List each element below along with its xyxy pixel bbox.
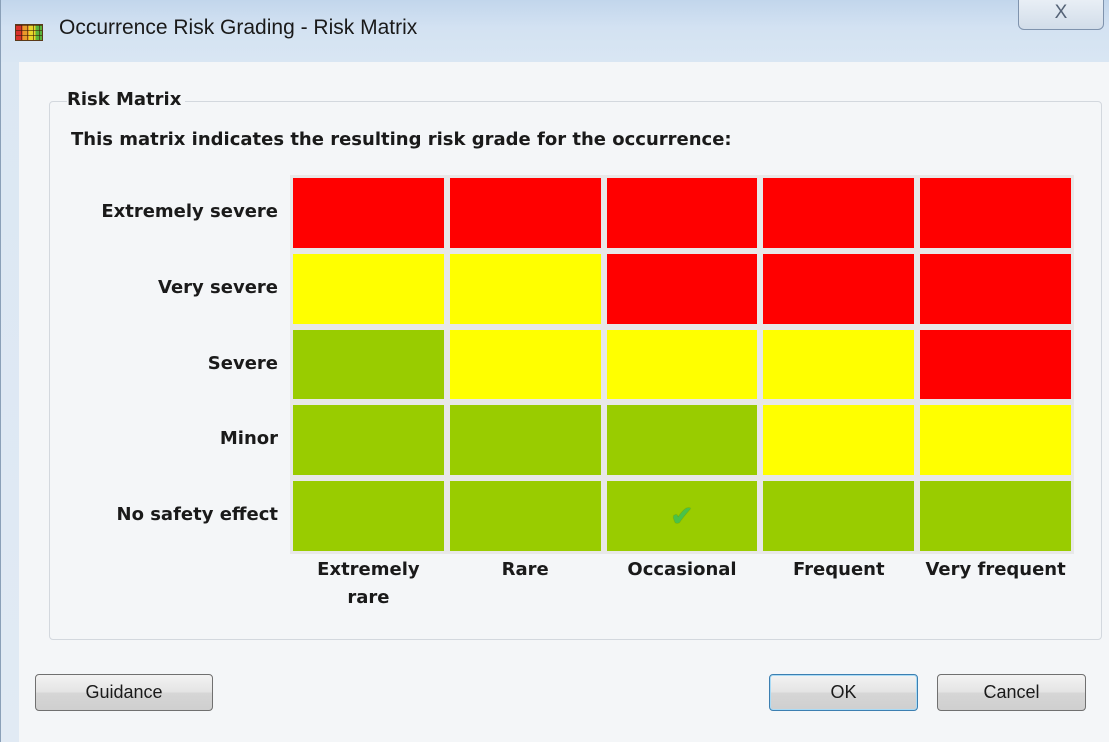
matrix-cell[interactable] [446,402,604,479]
app-chart-icon [15,24,43,41]
checkmark-icon: ✔ [670,499,694,533]
severity-label: Minor [219,428,278,450]
matrix-cell[interactable] [290,175,447,251]
matrix-cell[interactable] [290,478,447,554]
risk-matrix-grid: ✔ [290,175,1074,554]
matrix-cell[interactable] [603,402,761,479]
matrix-cell[interactable] [917,326,1074,403]
close-button[interactable]: X [1018,0,1104,30]
window-title: Occurrence Risk Grading - Risk Matrix [59,16,418,39]
matrix-cell[interactable] [446,478,604,554]
matrix-cell[interactable] [760,175,918,251]
dialog-body: Risk Matrix This matrix indicates the re… [19,62,1109,742]
severity-label: Severe [207,352,278,374]
title-bar[interactable]: Occurrence Risk Grading - Risk Matrix X [1,0,1109,62]
matrix-cell[interactable] [446,250,604,327]
matrix-cell[interactable] [290,250,447,327]
likelihood-label: Occasional [627,559,737,580]
matrix-cell[interactable] [760,478,918,554]
groupbox-legend: Risk Matrix [67,89,186,110]
likelihood-label: Frequent [793,559,885,580]
matrix-cell[interactable] [917,402,1074,479]
matrix-cell[interactable] [917,175,1074,251]
matrix-cell[interactable] [446,175,604,251]
matrix-cell[interactable] [917,250,1074,327]
cancel-button[interactable]: Cancel [937,674,1086,711]
matrix-cell[interactable] [603,326,761,403]
matrix-cell[interactable]: ✔ [603,478,761,554]
guidance-button[interactable]: Guidance [35,674,213,711]
matrix-cell[interactable] [446,326,604,403]
matrix-cell[interactable] [917,478,1074,554]
matrix-cell[interactable] [290,326,447,403]
matrix-cell[interactable] [290,402,447,479]
matrix-description: This matrix indicates the resulting risk… [71,129,732,150]
matrix-cell[interactable] [603,250,761,327]
risk-matrix-window: Occurrence Risk Grading - Risk Matrix X … [0,0,1109,742]
ok-button[interactable]: OK [769,674,918,711]
matrix-cell[interactable] [760,250,918,327]
matrix-cell[interactable] [760,326,918,403]
severity-label: No safety effect [116,504,278,526]
likelihood-label: Very frequent [925,559,1066,580]
severity-label: Very severe [158,276,278,298]
matrix-cell[interactable] [760,402,918,479]
matrix-cell[interactable] [603,175,761,251]
likelihood-label: Rare [501,559,549,580]
severity-label: Extremely severe [101,200,278,222]
likelihood-label: Extremely rare [317,559,420,608]
